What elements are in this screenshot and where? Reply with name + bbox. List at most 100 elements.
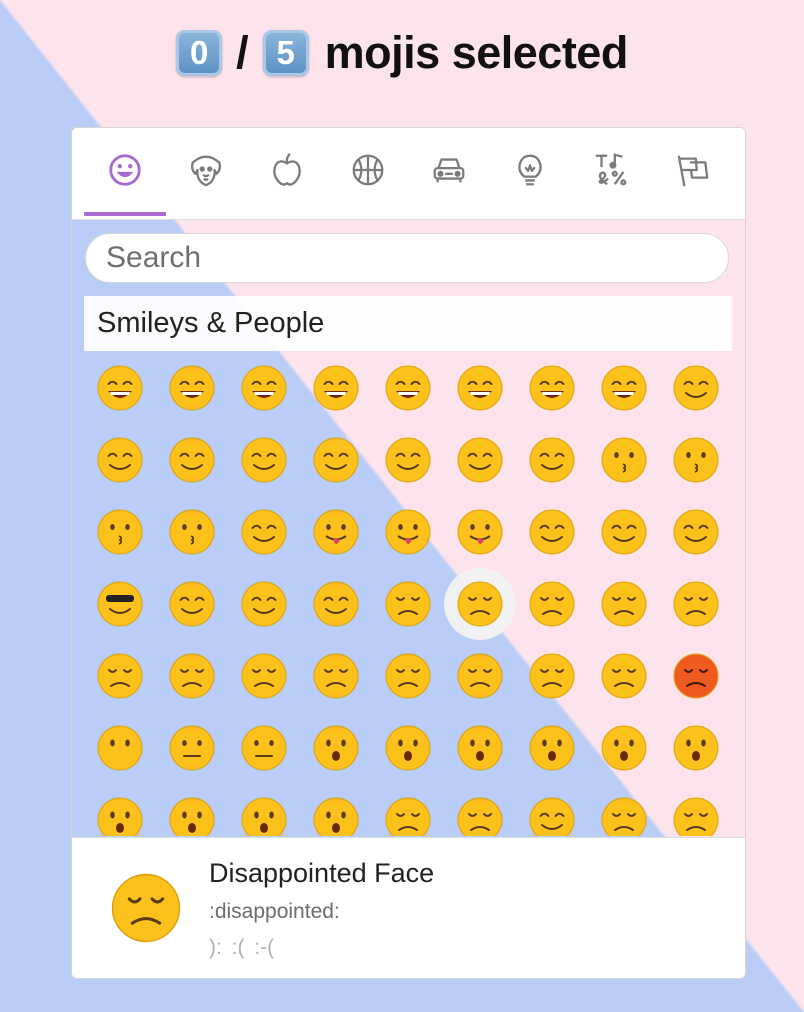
emoji-blush[interactable] — [84, 424, 156, 496]
emoji-slightly-frowning-face[interactable] — [84, 640, 156, 712]
emoji-stuck-out-tongue-closed-eyes[interactable] — [372, 496, 444, 568]
emoji-upside-down-face[interactable] — [300, 424, 372, 496]
emoji-unamused[interactable] — [372, 568, 444, 640]
emoji-no-mouth[interactable] — [84, 712, 156, 784]
emoji-stuck-out-tongue-winking-eye[interactable] — [300, 496, 372, 568]
emoji-clown-face[interactable] — [156, 568, 228, 640]
worried-icon — [601, 581, 647, 627]
emoji-kissing[interactable] — [660, 424, 732, 496]
emoji-grinning[interactable] — [84, 352, 156, 424]
scream-icon — [169, 797, 215, 836]
emoji-heart-eyes[interactable] — [516, 424, 588, 496]
emoji-flushed[interactable] — [84, 784, 156, 836]
emoji-rofl[interactable] — [588, 352, 660, 424]
emoji-disappointed[interactable] — [444, 568, 516, 640]
emoji-money-mouth-face[interactable] — [516, 496, 588, 568]
max-count-keycap: 5 — [262, 30, 309, 76]
basketball-icon — [352, 154, 384, 186]
wink-icon — [385, 437, 431, 483]
emoji-confounded[interactable] — [300, 640, 372, 712]
tab-smileys[interactable] — [103, 148, 147, 192]
emoji-stuck-out-tongue[interactable] — [444, 496, 516, 568]
emoji-angry[interactable] — [588, 640, 660, 712]
emoji-hushed[interactable] — [300, 712, 372, 784]
emoji-neutral-face[interactable] — [156, 712, 228, 784]
disappointed-relieved-icon — [457, 797, 503, 836]
emoji-cold-sweat[interactable] — [300, 784, 372, 836]
emoji-rage[interactable] — [660, 640, 732, 712]
emoji-disappointed-relieved[interactable] — [444, 784, 516, 836]
emoji-sob[interactable] — [588, 784, 660, 836]
tab-travel[interactable] — [427, 148, 471, 192]
tab-food[interactable] — [265, 148, 309, 192]
tab-objects[interactable] — [508, 148, 552, 192]
emoji-expressionless[interactable] — [228, 712, 300, 784]
emoji-persevere[interactable] — [228, 640, 300, 712]
emoji-dizzy-face[interactable] — [660, 712, 732, 784]
confounded-icon — [313, 653, 359, 699]
lightbulb-icon — [518, 154, 542, 186]
selected-count-keycap: 0 — [176, 30, 223, 76]
emoji-relieved[interactable] — [444, 424, 516, 496]
persevere-icon — [241, 653, 287, 699]
emoji-fearful[interactable] — [228, 784, 300, 836]
anguished-icon — [457, 725, 503, 771]
sweat-icon — [673, 797, 719, 836]
emoji-smiley[interactable] — [156, 352, 228, 424]
emoji-drooling-face[interactable] — [516, 784, 588, 836]
emoji-scream[interactable] — [156, 784, 228, 836]
emoji-relaxed[interactable] — [660, 352, 732, 424]
tab-animals[interactable] — [184, 148, 228, 192]
emoji-nerd-face[interactable] — [660, 496, 732, 568]
emoji-confused[interactable] — [660, 568, 732, 640]
rofl-icon — [601, 365, 647, 411]
upside-down-face-icon — [313, 437, 359, 483]
emoji-smirk[interactable] — [300, 568, 372, 640]
emoji-kissing-closed-eyes[interactable] — [156, 496, 228, 568]
emoji-open-mouth[interactable] — [516, 712, 588, 784]
emoji-slightly-smiling-face[interactable] — [228, 424, 300, 496]
smiley-icon — [109, 154, 141, 186]
emoji-anguished[interactable] — [444, 712, 516, 784]
cowboy-hat-face-icon — [241, 581, 287, 627]
emoji-picker: Smileys & People Disappointed Face :disa… — [71, 127, 746, 979]
clown-face-icon — [169, 581, 215, 627]
emoji-kissing-smiling-eyes[interactable] — [84, 496, 156, 568]
emoji-tired-face[interactable] — [372, 640, 444, 712]
money-mouth-face-icon — [529, 509, 575, 555]
emoji-cry[interactable] — [372, 784, 444, 836]
search-input[interactable] — [85, 233, 729, 283]
dizzy-face-icon — [673, 725, 719, 771]
emoji-laughing[interactable] — [372, 352, 444, 424]
emoji-innocent[interactable] — [156, 424, 228, 496]
neutral-face-icon — [169, 725, 215, 771]
emoji-hugs[interactable] — [588, 496, 660, 568]
emoji-frowning-face[interactable] — [156, 640, 228, 712]
emoji-triumph[interactable] — [516, 640, 588, 712]
emoji-frowning[interactable] — [372, 712, 444, 784]
category-tabbar — [72, 128, 745, 220]
frowning-face-icon — [169, 653, 215, 699]
emoji-grin[interactable] — [300, 352, 372, 424]
emoji-worried[interactable] — [588, 568, 660, 640]
emoji-pensive[interactable] — [516, 568, 588, 640]
cold-sweat-icon — [313, 797, 359, 836]
smiley-icon — [169, 365, 215, 411]
emoji-smile[interactable] — [228, 352, 300, 424]
tab-activity[interactable] — [346, 148, 390, 192]
emoji-sweat-smile[interactable] — [444, 352, 516, 424]
emoji-yum[interactable] — [228, 496, 300, 568]
sob-icon — [601, 797, 647, 836]
emoji-sweat[interactable] — [660, 784, 732, 836]
emoji-joy[interactable] — [516, 352, 588, 424]
emoji-sunglasses[interactable] — [84, 568, 156, 640]
tab-flags[interactable] — [670, 148, 714, 192]
open-mouth-icon — [529, 725, 575, 771]
tab-symbols[interactable] — [589, 148, 633, 192]
emoji-kissing-heart[interactable] — [588, 424, 660, 496]
emoji-astonished[interactable] — [588, 712, 660, 784]
emoji-cowboy-hat-face[interactable] — [228, 568, 300, 640]
unamused-icon — [385, 581, 431, 627]
emoji-wink[interactable] — [372, 424, 444, 496]
emoji-weary[interactable] — [444, 640, 516, 712]
